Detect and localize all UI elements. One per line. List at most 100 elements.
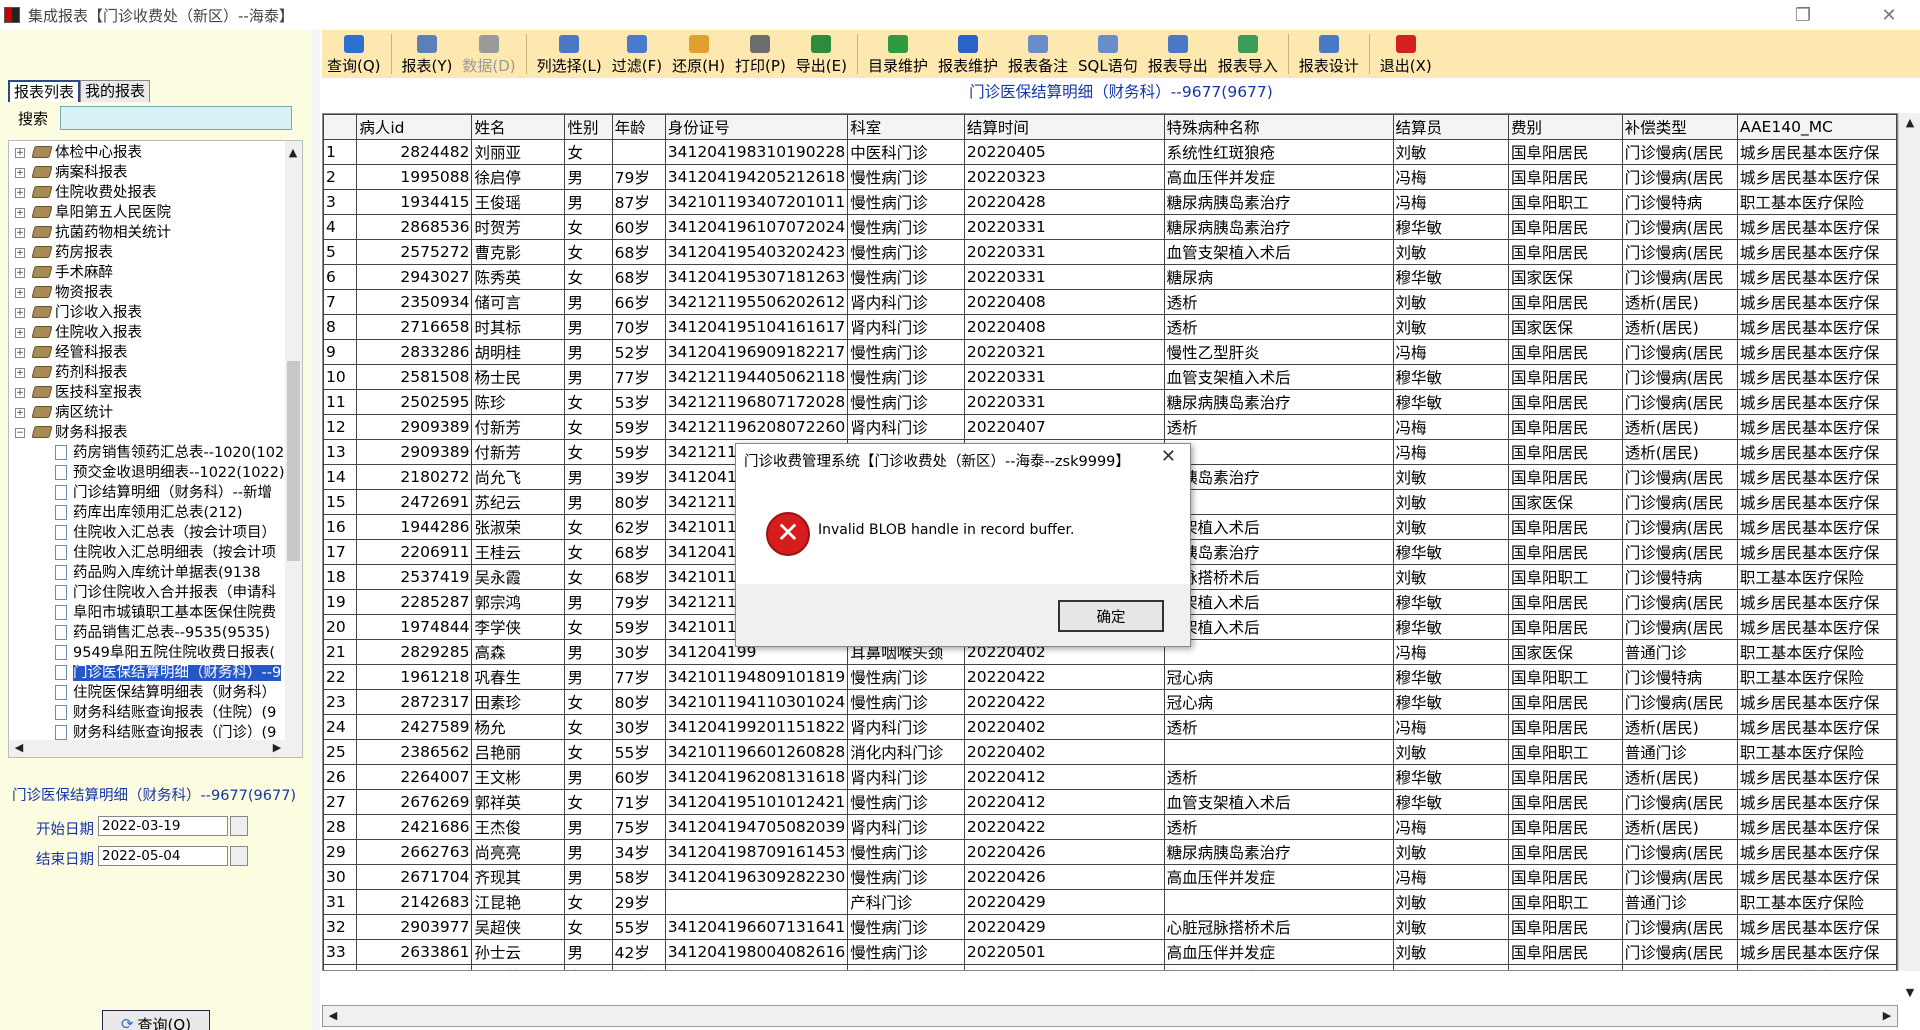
table-cell[interactable]: 341204196107072024 <box>664 214 849 240</box>
table-cell[interactable]: 冯梅 <box>1392 164 1509 190</box>
table-cell[interactable]: 2829285 <box>356 639 473 665</box>
table-cell[interactable]: 国阜阳居民 <box>1507 839 1623 865</box>
table-cell[interactable]: 城乡居民基本医疗保 <box>1736 239 1897 265</box>
table-row[interactable]: 32 2903977 吴超侠女 55岁 341204196607131641 慢性病门诊 2… <box>323 914 1897 940</box>
table-cell[interactable]: 68岁 <box>611 564 666 590</box>
table-cell[interactable]: 穆华敏 <box>1392 664 1509 690</box>
table-cell[interactable]: 2427589 <box>356 714 473 740</box>
table-cell[interactable]: 透析 <box>1163 289 1394 315</box>
table-cell[interactable]: 穆华敏 <box>1392 264 1509 290</box>
table-cell[interactable]: 20220402 <box>963 739 1165 765</box>
scroll-up-icon[interactable]: ▲ <box>1902 115 1918 131</box>
table-cell[interactable]: 城乡居民基本医疗保 <box>1736 264 1897 290</box>
table-cell[interactable]: 2537419 <box>356 564 473 590</box>
table-cell[interactable]: 门诊慢病(居民 <box>1621 364 1738 390</box>
table-cell[interactable]: 城乡居民基本医疗保 <box>1736 789 1897 815</box>
tree-folder[interactable]: + 抗菌药物相关统计 <box>15 223 171 243</box>
table-cell[interactable]: 女 <box>564 439 613 465</box>
table-cell[interactable]: 城乡居民基本医疗保 <box>1736 364 1897 390</box>
table-cell[interactable]: 透析(居民) <box>1621 814 1738 840</box>
table-cell[interactable]: 国家医保 <box>1507 489 1623 515</box>
expand-icon[interactable]: + <box>15 228 25 238</box>
table-cell[interactable]: 2206911 <box>356 539 473 565</box>
toolbar-button-exit[interactable]: 退出(X) <box>1375 30 1437 78</box>
table-cell[interactable]: 20220422 <box>963 664 1165 690</box>
expand-icon[interactable]: + <box>15 268 25 278</box>
table-cell[interactable]: 59岁 <box>611 614 666 640</box>
table-row[interactable]: 9 2833286 胡明桂男 52岁 341204196909182217 慢性病门诊 20… <box>323 339 1897 365</box>
table-cell[interactable]: 慢性病门诊 <box>847 689 965 715</box>
table-cell[interactable]: 342121195506202612 <box>664 289 849 315</box>
table-cell[interactable]: 68岁 <box>611 239 666 265</box>
table-row[interactable]: 342675459车秀英女70岁341204195203202226慢性病门诊2… <box>323 964 1897 970</box>
table-cell[interactable]: 冯梅 <box>1392 339 1509 365</box>
table-cell[interactable]: 男 <box>564 339 613 365</box>
table-cell[interactable]: 职工基本医疗保险 <box>1736 664 1897 690</box>
table-cell[interactable]: 30岁 <box>611 639 666 665</box>
table-cell[interactable]: 2386562 <box>356 739 473 765</box>
table-cell[interactable]: 58岁 <box>611 864 666 890</box>
table-row[interactable]: 25 2386562 吕艳丽女 55岁 342101196601260828 消化内科门诊… <box>323 739 1897 765</box>
table-cell[interactable]: 20220412 <box>963 764 1165 790</box>
table-cell[interactable]: 透析(居民) <box>1621 764 1738 790</box>
table-cell[interactable]: 冯梅 <box>1392 814 1509 840</box>
table-cell[interactable]: 2633861 <box>356 939 473 965</box>
table-cell[interactable]: 20220408 <box>963 289 1165 315</box>
table-cell[interactable]: 341204194705082039 <box>664 814 849 840</box>
table-cell[interactable]: 普通门诊 <box>1621 639 1738 665</box>
toolbar-button-design[interactable]: 报表设计 <box>1294 30 1364 78</box>
tree-scroll-thumb[interactable] <box>287 361 300 561</box>
table-cell[interactable]: 慢性病门诊 <box>847 789 965 815</box>
table-cell[interactable]: 刘敏 <box>1392 739 1509 765</box>
tree-report-item[interactable]: 财务科结账查询报表（住院）(9 <box>55 703 276 723</box>
table-cell[interactable]: 55岁 <box>611 914 666 940</box>
table-cell[interactable]: 20220422 <box>963 689 1165 715</box>
table-cell[interactable]: 糖尿病胰岛素治疗 <box>1163 839 1394 865</box>
toolbar-button-column[interactable]: 列选择(L) <box>532 30 607 78</box>
table-cell[interactable]: 高血压伴并发症 <box>1163 164 1394 190</box>
table-cell[interactable]: 城乡居民基本医疗保 <box>1736 839 1897 865</box>
table-cell[interactable]: 1944286 <box>356 514 473 540</box>
table-cell[interactable]: 冯梅 <box>1392 189 1509 215</box>
table-cell[interactable]: 341204196309282230 <box>664 864 849 890</box>
table-cell[interactable]: 59岁 <box>611 414 666 440</box>
table-row[interactable]: 27 2676269 郭祥英女 71岁 341204195101012421 慢性病门诊 2… <box>323 789 1897 815</box>
table-cell[interactable]: 冯梅 <box>1392 439 1509 465</box>
table-cell[interactable]: 国阜阳居民 <box>1507 439 1623 465</box>
table-cell[interactable]: 城乡居民基本医疗保 <box>1736 389 1897 415</box>
table-cell[interactable]: 血管支架植入术后 <box>1163 789 1394 815</box>
table-cell[interactable]: 曹克影 <box>471 239 566 265</box>
table-cell[interactable]: 刘敏 <box>1392 139 1509 165</box>
table-cell[interactable]: 20220412 <box>963 789 1165 815</box>
column-header[interactable]: 性别 <box>564 114 613 140</box>
table-cell[interactable]: 普通门诊 <box>1621 739 1738 765</box>
table-cell[interactable]: 城乡居民基本医疗保 <box>1736 714 1897 740</box>
table-cell[interactable]: 20220501 <box>963 939 1165 965</box>
table-cell[interactable]: 城乡居民基本医疗保 <box>1736 864 1897 890</box>
table-cell[interactable]: 张淑荣 <box>471 514 566 540</box>
table-cell[interactable]: 穆华敏 <box>1392 689 1509 715</box>
table-cell[interactable]: 341204195403202423 <box>664 239 849 265</box>
tree-report-item[interactable]: 门诊医保结算明细（财务科）--9 <box>55 663 282 683</box>
table-cell[interactable]: 城乡居民基本医疗保 <box>1736 214 1897 240</box>
table-cell[interactable]: 341204194205212618 <box>664 164 849 190</box>
table-cell[interactable]: 城乡居民基本医疗保 <box>1736 289 1897 315</box>
table-cell[interactable]: 糖尿病胰岛素治疗 <box>1163 964 1394 970</box>
column-header[interactable]: 年龄 <box>611 114 666 140</box>
table-cell[interactable]: 城乡居民基本医疗保 <box>1736 489 1897 515</box>
table-cell[interactable]: 42岁 <box>611 939 666 965</box>
table-cell[interactable]: 国阜阳居民 <box>1507 964 1623 970</box>
toolbar-button-maintain[interactable]: 报表维护 <box>933 30 1003 78</box>
toolbar-button-catalog[interactable]: 目录维护 <box>863 30 933 78</box>
table-cell[interactable]: 门诊慢病(居民 <box>1621 464 1738 490</box>
toolbar-button-data[interactable]: 数据(D) <box>457 30 520 78</box>
table-cell[interactable]: 慢性病门诊 <box>847 164 965 190</box>
table-cell[interactable]: 慢性病门诊 <box>847 864 965 890</box>
column-header[interactable]: 结算员 <box>1392 114 1509 140</box>
scroll-left-icon[interactable]: ◀ <box>11 740 27 756</box>
toolbar-button-restore[interactable]: 还原(H) <box>667 30 730 78</box>
table-cell[interactable]: 门诊慢病(居民 <box>1621 614 1738 640</box>
table-cell[interactable]: 门诊慢病(居民 <box>1621 689 1738 715</box>
table-cell[interactable]: 2581508 <box>356 364 473 390</box>
close-window-icon[interactable]: ✕ <box>1866 0 1912 30</box>
